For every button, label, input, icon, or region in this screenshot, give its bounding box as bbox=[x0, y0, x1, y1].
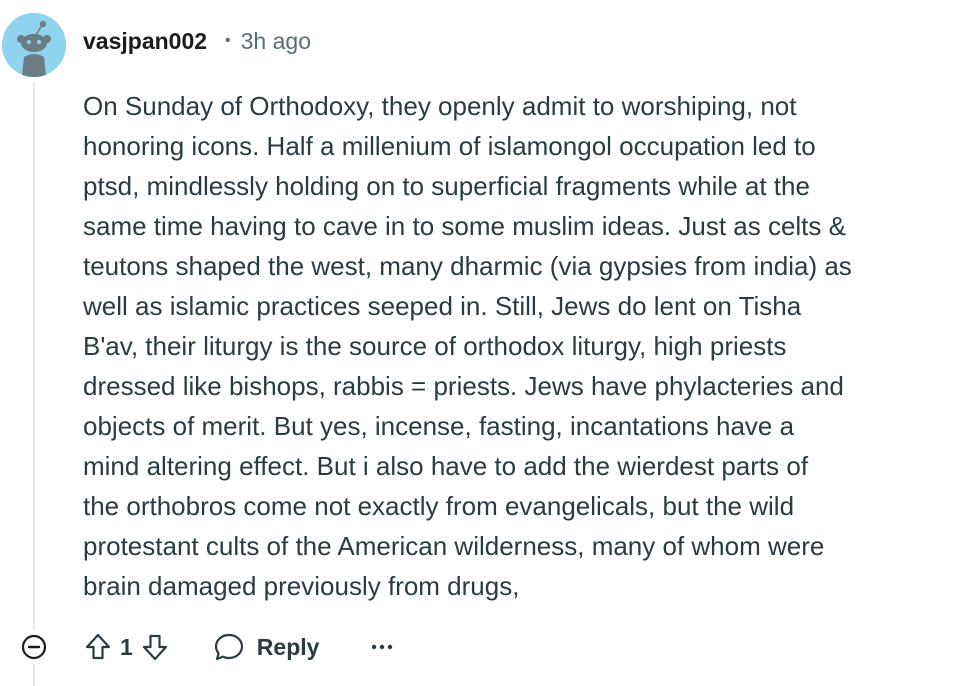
upvote-button[interactable] bbox=[80, 627, 116, 667]
comment-body-line: teutons shaped the west, many dharmic (v… bbox=[83, 251, 852, 281]
collapse-thread-button[interactable] bbox=[20, 633, 48, 661]
comment-body-line: protestant cults of the American wildern… bbox=[83, 531, 825, 561]
username-link[interactable]: vasjpan002 bbox=[83, 28, 207, 55]
comment-body-line: ptsd, mindlessly holding on to superfici… bbox=[83, 171, 810, 201]
arrow-down-icon bbox=[142, 634, 167, 661]
downvote-button[interactable] bbox=[137, 627, 173, 667]
comment-body-line: dressed like bishops, rabbis = priests. … bbox=[83, 371, 844, 401]
comment-body-line: well as islamic practices seeped in. Sti… bbox=[83, 291, 802, 321]
more-options-button[interactable] bbox=[371, 643, 393, 651]
meta-separator: • bbox=[225, 32, 231, 49]
comment-meta: vasjpan002 • 3h ago bbox=[83, 26, 311, 56]
avatar[interactable] bbox=[2, 13, 66, 77]
comment-body-line: mind altering effect. But i also have to… bbox=[83, 451, 809, 481]
comment-body-line: brain damaged previously from drugs, bbox=[83, 571, 520, 601]
comment-body-line: objects of merit. But yes, incense, fast… bbox=[83, 411, 795, 441]
comment-body-line: same time having to cave in to some musl… bbox=[83, 211, 846, 241]
vote-count: 1 bbox=[120, 633, 133, 660]
comment-action-bar: 1 Reply bbox=[80, 627, 393, 667]
comment-body-line: the orthobros come not exactly from evan… bbox=[83, 491, 795, 521]
snoo-avatar-icon bbox=[2, 13, 66, 77]
comment-body-line: B'av, their liturgy is the source of ort… bbox=[83, 331, 787, 361]
comment-body: On Sunday of Orthodoxy, they openly admi… bbox=[83, 86, 953, 606]
reply-label: Reply bbox=[256, 633, 320, 660]
speech-bubble-icon bbox=[214, 633, 243, 661]
arrow-up-icon bbox=[85, 633, 111, 660]
ellipsis-icon bbox=[372, 644, 393, 650]
thread-line[interactable] bbox=[33, 82, 35, 630]
comment-body-line: On Sunday of Orthodoxy, they openly admi… bbox=[83, 91, 797, 121]
timestamp[interactable]: 3h ago bbox=[241, 28, 311, 55]
minus-circle-icon bbox=[21, 634, 47, 660]
reply-button[interactable]: Reply bbox=[213, 632, 320, 662]
thread-line-continuation[interactable] bbox=[33, 664, 35, 686]
comment-body-line: honoring icons. Half a millenium of isla… bbox=[83, 131, 816, 161]
